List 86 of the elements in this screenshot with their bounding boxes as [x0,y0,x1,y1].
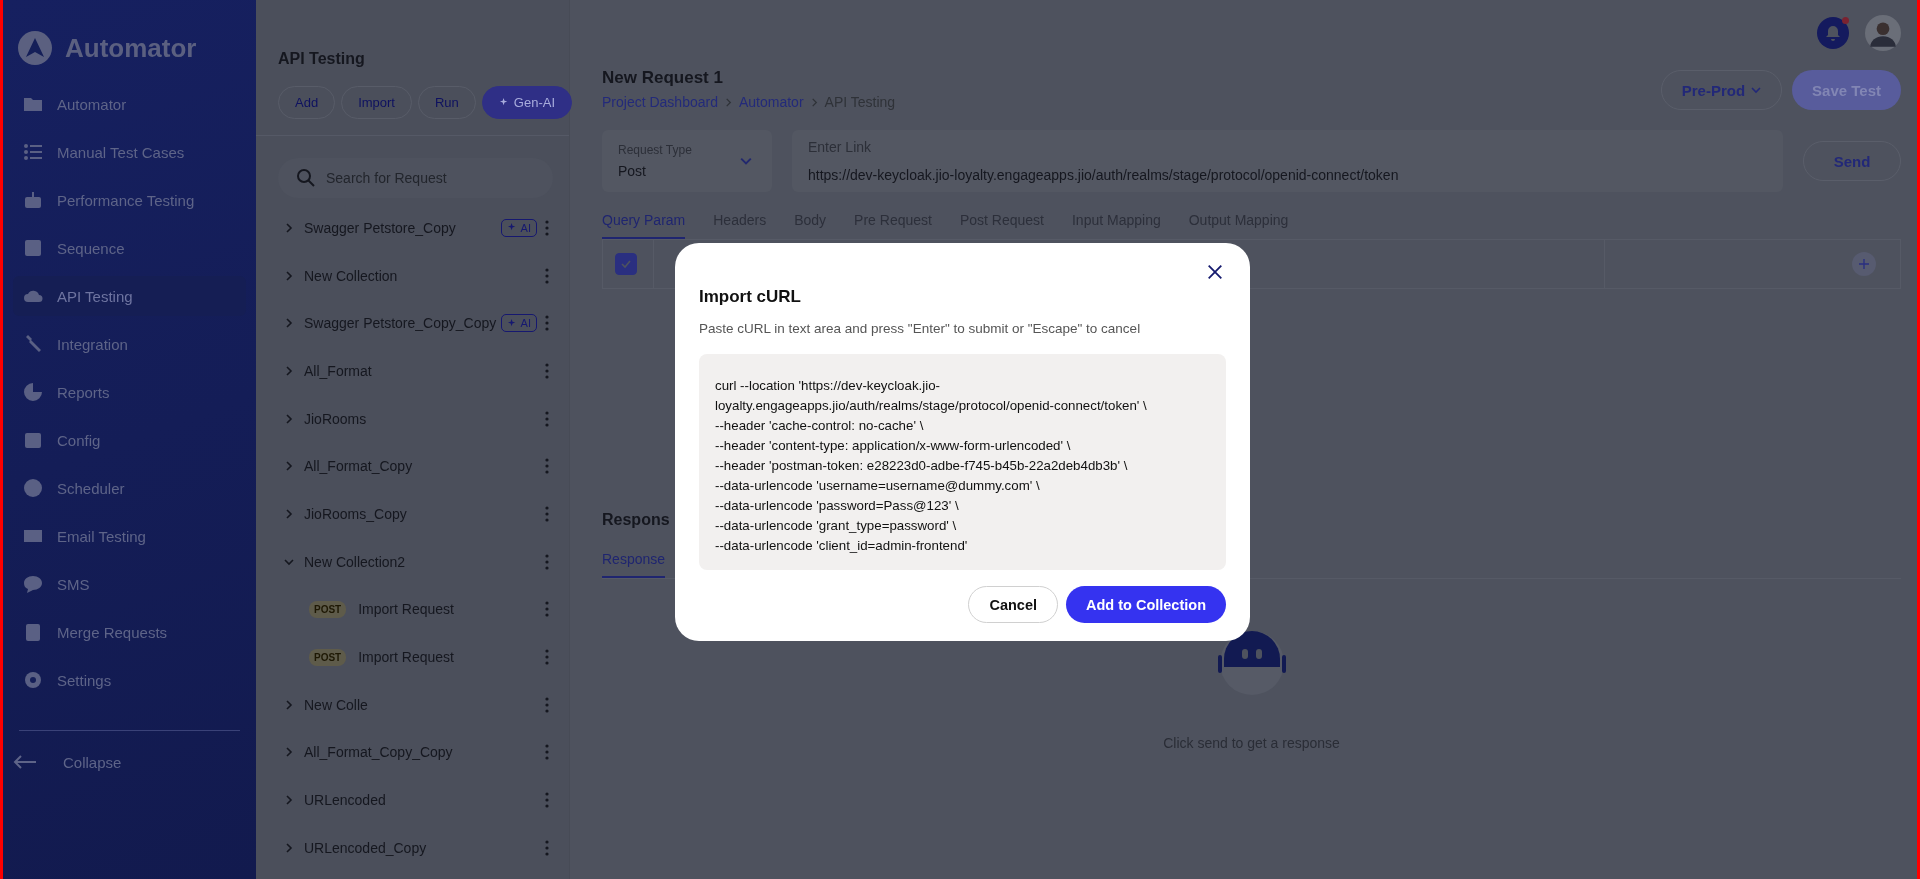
avatar-icon[interactable] [1865,15,1901,51]
collection-name: URLencoded [304,792,387,809]
add-icon[interactable] [1852,252,1876,276]
nav-item[interactable]: Integration [13,324,246,364]
collection-item[interactable]: URLencoded [272,776,553,824]
checkbox[interactable] [615,253,637,275]
chat-icon [23,574,43,594]
kebab-menu-icon[interactable] [545,458,549,475]
collection-name: New Colle [304,696,369,713]
notification-bell-icon[interactable] [1817,17,1849,49]
nav-item[interactable]: Manual Test Cases [13,132,246,172]
logo-icon [17,30,53,66]
nav-item[interactable]: Merge Requests [13,612,246,652]
collection-item[interactable]: New Collection2 [272,537,553,586]
cancel-button[interactable]: Cancel [968,586,1058,623]
kebab-menu-icon[interactable] [545,744,549,761]
gen-ai-button[interactable]: Gen-AI [481,86,573,119]
kebab-menu-icon[interactable] [545,505,549,522]
kebab-menu-icon[interactable] [545,839,549,856]
kebab-menu-icon[interactable] [545,792,549,809]
kebab-menu-icon[interactable] [545,315,549,332]
arrow-left-icon [13,754,37,770]
dialog-hint: Paste cURL in text area and press "Enter" to submit or "Escape" to cancel [699,321,1142,336]
request-name: Import Request [358,601,455,618]
add-to-collection-button[interactable]: Add to Collection [1066,586,1226,623]
chart-icon [23,382,43,402]
nav-item[interactable]: Reports [13,372,246,412]
chevron-right-icon [723,97,733,107]
nav-item[interactable]: Config [13,420,246,460]
robot-icon [23,190,43,210]
kebab-menu-icon[interactable] [545,696,549,713]
collection-name: All_Format [304,362,373,379]
request-item[interactable]: POST Import Request [272,585,553,634]
request-name: Import Request [358,649,455,666]
dialog-title: Import cURL [699,287,802,307]
nav-item[interactable]: Automator [13,84,246,124]
list-icon [23,142,43,162]
collection-name: JioRooms_Copy [304,505,408,522]
kebab-menu-icon[interactable] [545,649,549,666]
collection-name: New Collection2 [304,553,407,570]
collection-name: All_Format_Copy [304,458,414,475]
nav-item[interactable]: API Testing [13,276,246,316]
nav-item[interactable]: Performance Testing [13,180,246,220]
collection-item[interactable]: All_Format_Copy_Copy [272,728,553,777]
kebab-menu-icon[interactable] [545,601,549,618]
search-icon [296,168,316,188]
kebab-menu-icon[interactable] [545,553,549,570]
response-title: Respons [602,511,670,529]
kebab-menu-icon[interactable] [545,219,549,236]
nav-item[interactable]: Email Testing [13,516,246,556]
collection-name: All_Format_Copy_Copy [304,744,454,761]
brand-name: Automator [65,32,197,64]
collection-item[interactable]: New Collection [272,251,553,300]
kebab-menu-icon[interactable] [545,267,549,284]
collection-item[interactable]: JioRooms [272,394,553,443]
sparkle-icon [498,97,510,108]
nav-item[interactable]: SMS [13,564,246,604]
collection-name: URLencoded_Copy [304,839,428,856]
collection-name: Swagger Petstore_Copy [304,219,457,236]
nav-item[interactable]: Scheduler [13,468,246,508]
kebab-menu-icon[interactable] [545,410,549,427]
request-item[interactable]: POST Import Request [272,633,553,681]
curl-textarea[interactable]: curl --location 'https://dev-keycloak.jio-loyalty.engageapps.jio/auth/realms/stage/protocol/openid-connect/token' \ --header 'cache-control: no-cache' \ --header 'content-type: application/x-www-form-urlencoded' \ --header 'postman-token: e28223d0-adbe-f745-b45b-22a2deb4db3b' \ --data-urlencode 'username=username@dummy.com' \ --data-urlencode 'password=Pass@123' \ --data-urlencode 'grant_type=password' \ --data-urlencode 'client_id=admin-frontend' [699,354,1226,570]
caret-icon [1751,85,1762,95]
method-badge: POST [309,648,347,666]
collection-name: JioRooms [304,410,368,427]
panel-title: API Testing [278,50,366,68]
nav-item[interactable]: Settings [13,660,246,700]
caret-icon [740,155,752,167]
kebab-menu-icon[interactable] [545,362,549,379]
nav-item[interactable]: Sequence [13,228,246,268]
collection-item[interactable]: All_Format [272,347,553,395]
collection-item[interactable]: JioRooms_Copy [272,490,553,538]
collection-item[interactable]: All_Format_Copy [272,442,553,491]
collection-name: New Collection [304,267,399,284]
collection-name: Swagger Petstore_Copy_Copy [304,315,498,332]
method-badge: POST [309,600,347,618]
checkmark-icon [620,258,632,270]
request-title: New Request 1 [602,68,724,88]
gear-icon [23,670,43,690]
collection-item[interactable]: URLencoded_Copy [272,823,553,872]
collapse-button[interactable]: Collapse [13,745,246,779]
collection-item[interactable]: New Colle [272,680,553,729]
chevron-right-icon [809,97,819,107]
close-icon[interactable] [1206,263,1224,281]
sparkle-icon [506,317,518,329]
